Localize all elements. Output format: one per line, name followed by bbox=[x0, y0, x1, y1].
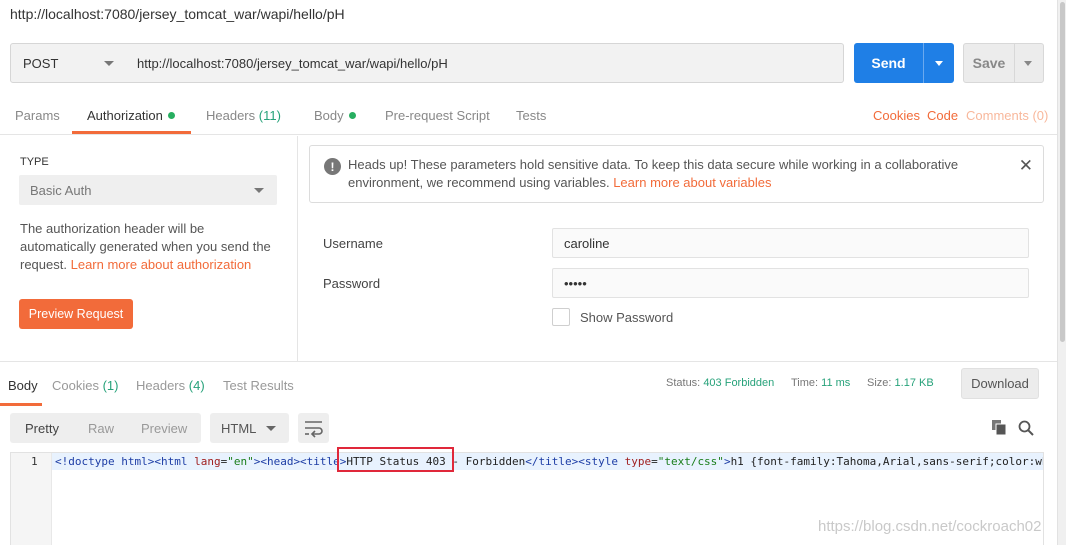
time-value: 11 ms bbox=[821, 377, 851, 389]
send-options-button[interactable] bbox=[924, 43, 954, 83]
response-tab-body[interactable]: Body bbox=[8, 378, 38, 393]
status-readout: Status: 403 Forbidden bbox=[666, 377, 774, 389]
chevron-down-icon bbox=[254, 188, 264, 193]
language-select[interactable]: HTML bbox=[210, 413, 289, 443]
code-token-attr: lang bbox=[194, 455, 221, 468]
url-input[interactable]: http://localhost:7080/jersey_tomcat_war/… bbox=[126, 43, 844, 83]
save-button[interactable]: Save bbox=[963, 43, 1044, 83]
response-tab-cookies-count: (1) bbox=[102, 378, 119, 393]
code-token-text: h1 {font-family:Tahoma,Arial,sans-serif;… bbox=[730, 455, 1044, 468]
code-token-string: "text/css" bbox=[657, 455, 724, 468]
send-button[interactable]: Send bbox=[854, 43, 954, 83]
copy-icon[interactable] bbox=[992, 420, 1006, 435]
response-tab-cookies[interactable]: Cookies (1) bbox=[52, 378, 118, 393]
time-label: Time: bbox=[791, 377, 819, 389]
search-icon[interactable] bbox=[1018, 420, 1034, 436]
response-header: Body Cookies (1) Headers (4) Test Result… bbox=[0, 361, 1057, 406]
active-tab-indicator bbox=[72, 131, 191, 134]
active-dot-icon bbox=[348, 112, 356, 119]
code-token-tag: <!doctype html><html bbox=[55, 455, 195, 468]
wrap-lines-icon bbox=[305, 421, 323, 438]
send-label: Send bbox=[871, 55, 906, 71]
size-label: Size: bbox=[867, 377, 892, 389]
code-token-tag: </title><style bbox=[525, 455, 625, 468]
watermark: https://blog.csdn.net/cockroach02 bbox=[818, 518, 1042, 535]
size-value: 1.17 KB bbox=[894, 377, 934, 389]
type-label: TYPE bbox=[20, 156, 49, 168]
view-pretty-button[interactable]: Pretty bbox=[25, 421, 59, 436]
cookies-link[interactable]: Cookies bbox=[873, 108, 920, 123]
chevron-down-icon bbox=[1024, 61, 1032, 66]
method-label: POST bbox=[23, 55, 59, 71]
response-tab-test-results[interactable]: Test Results bbox=[223, 378, 294, 393]
close-icon[interactable]: ✕ bbox=[1019, 156, 1033, 176]
status-value: 403 Forbidden bbox=[703, 377, 775, 389]
auth-type-panel: TYPE Basic Auth The authorization header… bbox=[0, 136, 298, 361]
preview-request-button[interactable]: Preview Request bbox=[19, 299, 133, 329]
time-readout: Time: 11 ms bbox=[791, 377, 850, 389]
save-divider bbox=[1014, 44, 1015, 82]
code-token-eq: = bbox=[651, 455, 658, 468]
response-tab-headers[interactable]: Headers (4) bbox=[136, 378, 205, 393]
active-response-tab-indicator bbox=[0, 403, 42, 406]
view-raw-button[interactable]: Raw bbox=[88, 421, 114, 436]
response-tab-headers-label: Headers bbox=[136, 378, 186, 393]
wrap-lines-button[interactable] bbox=[298, 413, 329, 443]
scrollbar-thumb[interactable] bbox=[1060, 2, 1065, 342]
page-title: http://localhost:7080/jersey_tomcat_war/… bbox=[10, 6, 345, 22]
code-token-tag: ><head><title> bbox=[253, 455, 347, 468]
learn-more-authorization-link[interactable]: Learn more about authorization bbox=[71, 257, 252, 272]
chevron-down-icon bbox=[104, 61, 114, 66]
auth-type-select[interactable]: Basic Auth bbox=[19, 175, 277, 205]
tab-headers-label: Headers bbox=[206, 108, 256, 123]
line-number: 1 bbox=[31, 455, 38, 468]
annotation-highlight-box bbox=[337, 447, 454, 472]
code-link[interactable]: Code bbox=[927, 108, 958, 123]
active-dot-icon bbox=[167, 112, 175, 119]
tab-tests[interactable]: Tests bbox=[516, 108, 546, 123]
code-token-attr: type bbox=[624, 455, 652, 468]
view-preview-button[interactable]: Preview bbox=[141, 421, 187, 436]
response-tab-headers-count: (4) bbox=[188, 378, 205, 393]
tab-prerequest-script[interactable]: Pre-request Script bbox=[385, 108, 490, 123]
tab-headers-count: (11) bbox=[258, 108, 281, 123]
tab-authorization-label: Authorization bbox=[87, 108, 163, 123]
username-label: Username bbox=[323, 236, 383, 251]
notice-text: Heads up! These parameters hold sensitiv… bbox=[348, 156, 978, 192]
sensitive-data-notice: ! Heads up! These parameters hold sensit… bbox=[309, 145, 1044, 203]
status-label: Status: bbox=[666, 377, 701, 389]
method-select[interactable]: POST bbox=[10, 43, 127, 83]
show-password-label: Show Password bbox=[580, 310, 674, 325]
username-field[interactable]: caroline bbox=[552, 228, 1029, 258]
tab-params[interactable]: Params bbox=[15, 108, 60, 123]
auth-description: The authorization header will be automat… bbox=[20, 220, 280, 274]
tab-headers[interactable]: Headers (11) bbox=[206, 108, 281, 123]
chevron-down-icon bbox=[266, 426, 276, 431]
tab-body[interactable]: Body bbox=[314, 108, 356, 123]
code-line[interactable]: <!doctype html><html lang = "en"><head><ti… bbox=[55, 455, 1044, 468]
learn-more-variables-link[interactable]: Learn more about variables bbox=[613, 175, 771, 190]
chevron-down-icon bbox=[935, 61, 943, 66]
password-field[interactable]: ••••• bbox=[552, 268, 1029, 298]
download-button[interactable]: Download bbox=[961, 368, 1039, 399]
auth-type-value: Basic Auth bbox=[30, 182, 92, 198]
code-token-tag: > bbox=[723, 455, 731, 468]
language-value: HTML bbox=[221, 420, 257, 436]
comments-link[interactable]: Comments (0) bbox=[966, 108, 1048, 123]
response-tab-cookies-label: Cookies bbox=[52, 378, 99, 393]
save-label: Save bbox=[972, 55, 1006, 71]
show-password-checkbox[interactable] bbox=[552, 308, 570, 326]
code-token-string: "en" bbox=[227, 455, 254, 468]
view-mode-group: Pretty Raw Preview bbox=[10, 413, 201, 443]
window-scrollbar[interactable] bbox=[1057, 0, 1066, 545]
password-label: Password bbox=[323, 276, 381, 291]
request-tabs: Params Authorization Headers (11) Body P… bbox=[0, 99, 1057, 135]
tab-authorization[interactable]: Authorization bbox=[87, 108, 175, 123]
size-readout: Size: 1.17 KB bbox=[867, 377, 934, 389]
info-icon: ! bbox=[324, 158, 341, 175]
tab-body-label: Body bbox=[314, 108, 344, 123]
